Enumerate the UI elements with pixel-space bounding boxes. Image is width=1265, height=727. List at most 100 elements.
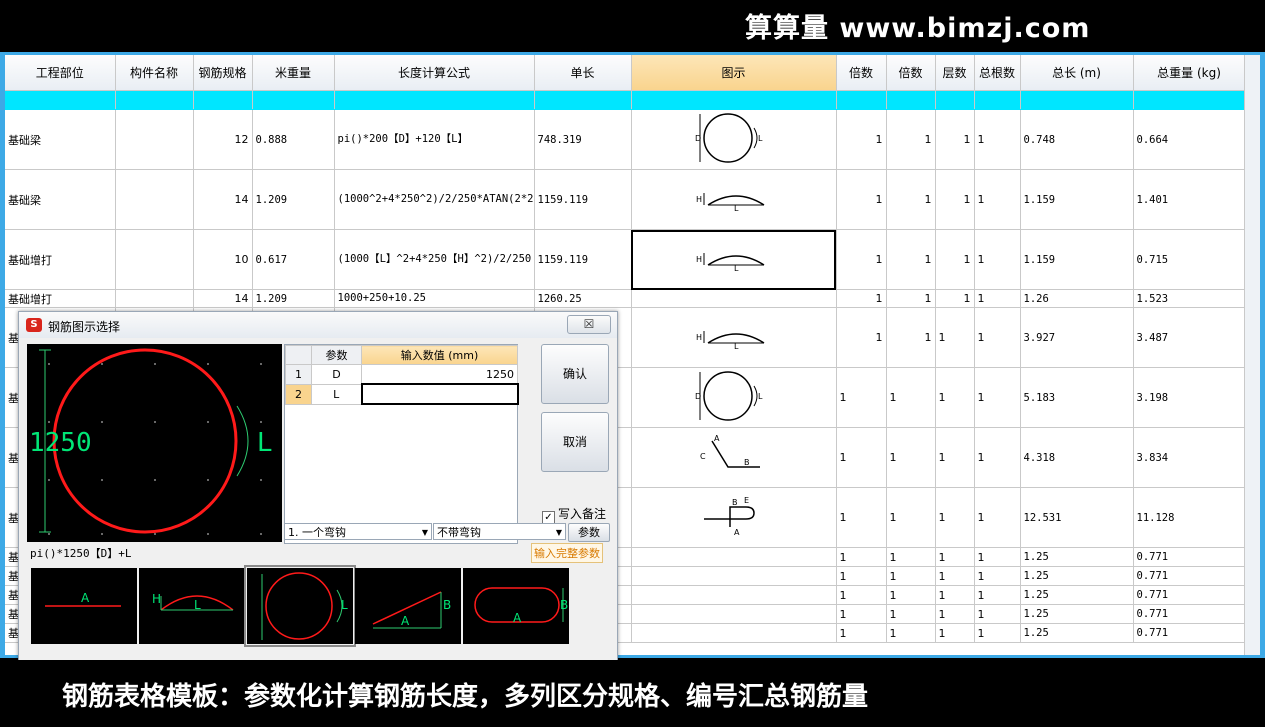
cell-multiplier[interactable]: 1 (886, 229, 936, 290)
cell-figure[interactable] (631, 289, 837, 308)
write-note-checkbox[interactable]: ✓ 写入备注 (542, 505, 606, 524)
col-header[interactable]: 长度计算公式 (334, 55, 535, 91)
col-header[interactable]: 倍数 (886, 55, 936, 91)
cell-multiplier[interactable]: 1 (886, 623, 936, 643)
vertical-scrollbar[interactable] (1244, 55, 1260, 655)
col-header[interactable]: 总根数 (974, 55, 1021, 91)
highlight-row[interactable] (5, 90, 1246, 110)
cell-total-weight[interactable]: 0.771 (1133, 585, 1246, 605)
cell-layers[interactable]: 1 (935, 547, 975, 567)
col-header[interactable]: 层数 (935, 55, 975, 91)
cell-layers[interactable]: 1 (935, 623, 975, 643)
cell-count[interactable]: 1 (974, 585, 1021, 605)
cell-layers[interactable]: 1 (935, 487, 975, 548)
cell-total-length[interactable]: 1.25 (1020, 547, 1134, 567)
cell-count[interactable]: 1 (974, 547, 1021, 567)
cell-part[interactable]: 基础增打 (5, 229, 116, 290)
cell-total-length[interactable]: 1.25 (1020, 566, 1134, 586)
cell-layers[interactable]: 1 (935, 289, 975, 308)
cell-component[interactable] (115, 109, 194, 170)
cell-spec[interactable]: 12 (193, 109, 253, 170)
cell-layers[interactable]: 1 (935, 585, 975, 605)
cell-multiplier[interactable]: 1 (836, 547, 887, 567)
table-row[interactable]: 基础梁 12 0.888 pi()*200【D】+120【L】 748.319 D L 1 1 1… (5, 109, 1246, 170)
cell-spec[interactable]: 14 (193, 289, 253, 308)
cell-weight-per-meter[interactable]: 1.209 (252, 169, 335, 230)
param-row[interactable]: 1 D 1250 (285, 364, 518, 385)
cell-total-length[interactable]: 1.25 (1020, 604, 1134, 624)
thumb-oval[interactable]: A B (463, 568, 569, 644)
cell-layers[interactable]: 1 (935, 229, 975, 290)
cell-count[interactable]: 1 (974, 427, 1021, 488)
cell-weight-per-meter[interactable]: 0.617 (252, 229, 335, 290)
cell-figure[interactable] (631, 623, 837, 643)
cell-total-weight[interactable]: 1.401 (1133, 169, 1246, 230)
cell-multiplier[interactable]: 1 (886, 169, 936, 230)
cell-multiplier[interactable]: 1 (886, 367, 936, 428)
cell-formula[interactable]: 1000+250+10.25 (334, 289, 535, 308)
hook-count-select[interactable]: 1. 一个弯钩 ▼ (284, 523, 432, 540)
param-value-input-active[interactable] (360, 383, 519, 405)
cell-multiplier[interactable]: 1 (836, 427, 887, 488)
cell-multiplier[interactable]: 1 (886, 109, 936, 170)
col-header[interactable]: 工程部位 (5, 55, 116, 91)
cell-total-weight[interactable]: 0.771 (1133, 604, 1246, 624)
cell-count[interactable]: 1 (974, 307, 1021, 368)
full-param-link[interactable]: 输入完整参数 (531, 543, 603, 563)
cell-figure[interactable]: HL (631, 229, 837, 290)
cell-figure[interactable]: DL (631, 109, 837, 170)
cell-layers[interactable]: 1 (935, 109, 975, 170)
dialog-titlebar[interactable]: S 钢筋图示选择 ☒ (19, 312, 617, 338)
cell-multiplier[interactable]: 1 (836, 307, 887, 368)
cell-total-length[interactable]: 1.25 (1020, 585, 1134, 605)
col-header[interactable]: 米重量 (252, 55, 335, 91)
cell-part[interactable]: 基础梁 (5, 109, 116, 170)
cell-total-length[interactable]: 0.748 (1020, 109, 1134, 170)
cell-spec[interactable]: 10 (193, 229, 253, 290)
cell-multiplier[interactable]: 1 (886, 566, 936, 586)
cell-layers[interactable]: 1 (935, 566, 975, 586)
cell-count[interactable]: 1 (974, 229, 1021, 290)
col-header[interactable]: 倍数 (836, 55, 887, 91)
cell-part[interactable]: 基础梁 (5, 169, 116, 230)
cell-count[interactable]: 1 (974, 109, 1021, 170)
cell-count[interactable]: 1 (974, 623, 1021, 643)
cell-total-weight[interactable]: 0.771 (1133, 547, 1246, 567)
cell-total-length[interactable]: 12.531 (1020, 487, 1134, 548)
cell-figure[interactable]: BE A (631, 487, 837, 548)
cell-weight-per-meter[interactable]: 0.888 (252, 109, 335, 170)
cell-layers[interactable]: 1 (935, 307, 975, 368)
cell-unit-length[interactable]: 1159.119 (534, 169, 632, 230)
cell-total-length[interactable]: 3.927 (1020, 307, 1134, 368)
col-header[interactable]: 钢筋规格 (193, 55, 253, 91)
cell-formula[interactable]: (1000【L】^2+4*250【H】^2)/2/250【H】*ATAN(2*2… (334, 229, 535, 290)
cell-figure[interactable] (631, 547, 837, 567)
hook-type-select[interactable]: 不带弯钩 ▼ (433, 523, 566, 540)
thumb-triangle[interactable]: A B (355, 568, 461, 644)
confirm-button[interactable]: 确认 (541, 344, 609, 404)
cell-multiplier[interactable]: 1 (886, 289, 936, 308)
col-header[interactable]: 构件名称 (115, 55, 194, 91)
cell-total-weight[interactable]: 11.128 (1133, 487, 1246, 548)
cell-multiplier[interactable]: 1 (836, 566, 887, 586)
cell-formula[interactable]: pi()*200【D】+120【L】 (334, 109, 535, 170)
cell-multiplier[interactable]: 1 (836, 585, 887, 605)
cell-unit-length[interactable]: 748.319 (534, 109, 632, 170)
cell-figure[interactable] (631, 566, 837, 586)
cell-total-weight[interactable]: 3.198 (1133, 367, 1246, 428)
param-button[interactable]: 参数 (568, 523, 610, 542)
cell-total-weight[interactable]: 0.715 (1133, 229, 1246, 290)
cell-multiplier[interactable]: 1 (836, 289, 887, 308)
col-header[interactable]: 总长 (m) (1020, 55, 1134, 91)
cell-unit-length[interactable]: 1159.119 (534, 229, 632, 290)
cell-layers[interactable]: 1 (935, 604, 975, 624)
cell-unit-length[interactable]: 1260.25 (534, 289, 632, 308)
thumb-arc[interactable]: H L (139, 568, 245, 644)
cell-figure[interactable]: HL (631, 169, 837, 230)
param-value-input[interactable]: 1250 (361, 364, 518, 385)
table-row[interactable]: 基础梁 14 1.209 (1000^2+4*250^2)/2/250*ATAN(2*… (5, 169, 1246, 230)
close-button[interactable]: ☒ (567, 315, 611, 334)
cell-total-weight[interactable]: 1.523 (1133, 289, 1246, 308)
cell-total-weight[interactable]: 0.771 (1133, 623, 1246, 643)
col-header-selected[interactable]: 图示 (631, 55, 837, 91)
